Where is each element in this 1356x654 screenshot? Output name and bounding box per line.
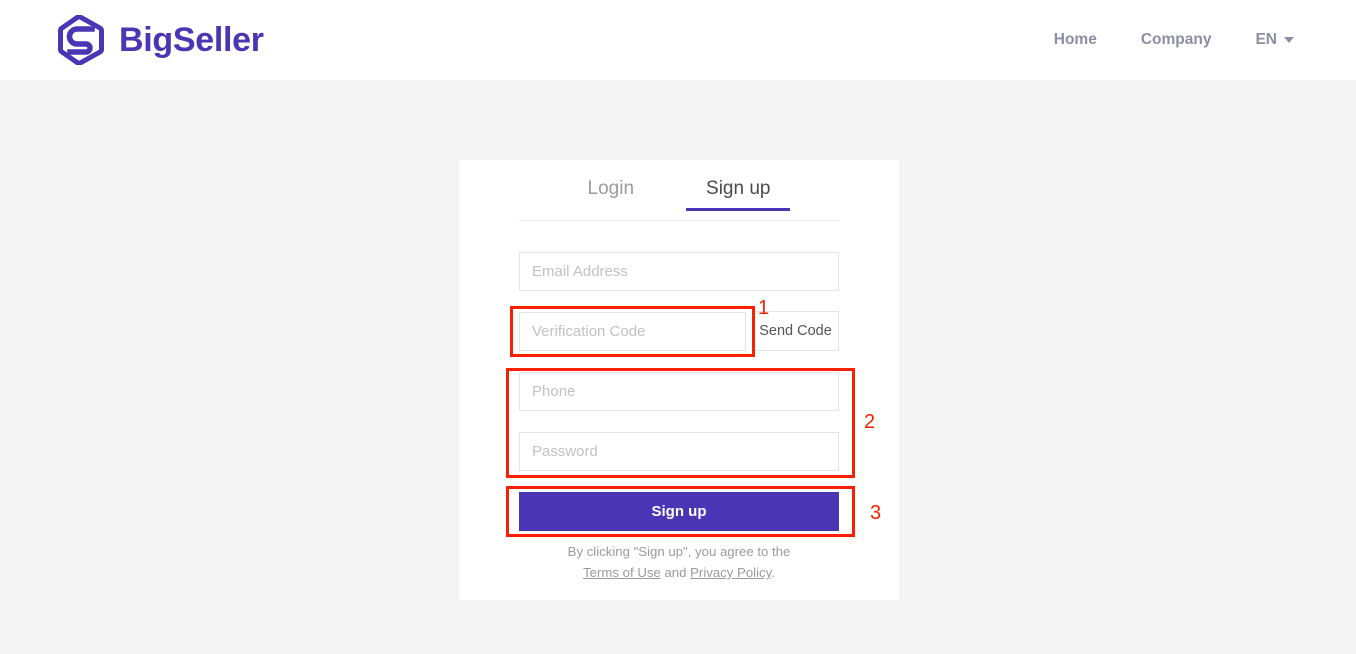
auth-tabs: Login Sign up [459, 160, 899, 222]
language-selector-label: EN [1255, 31, 1277, 48]
tab-login[interactable]: Login [568, 179, 655, 211]
terms-of-use-link[interactable]: Terms of Use [583, 565, 661, 580]
verification-code-field[interactable]: Verification Code [519, 312, 746, 351]
legal-line-1: By clicking "Sign up", you agree to the [567, 544, 791, 559]
nav-item-company[interactable]: Company [1141, 31, 1212, 49]
legal-conjunction: and [660, 565, 691, 580]
tabs-divider [519, 220, 839, 221]
privacy-policy-link[interactable]: Privacy Policy [690, 565, 771, 580]
site-header: BigSeller Home Company EN [0, 0, 1356, 80]
sign-up-button[interactable]: Sign up [519, 492, 839, 531]
legal-disclaimer: By clicking "Sign up", you agree to the … [459, 541, 899, 583]
password-field[interactable]: Password [519, 432, 839, 471]
email-field[interactable]: Email Address [519, 252, 839, 291]
main-nav: Home Company EN [1054, 31, 1294, 49]
annotation-number-1: 1 [758, 297, 770, 319]
legal-period: . [771, 565, 775, 580]
phone-field[interactable]: Phone [519, 372, 839, 411]
chevron-down-icon [1284, 37, 1294, 43]
nav-item-home[interactable]: Home [1054, 31, 1097, 49]
language-selector[interactable]: EN [1255, 31, 1294, 49]
brand-logo[interactable]: BigSeller [58, 15, 264, 65]
annotation-number-3: 3 [870, 502, 882, 524]
brand-name: BigSeller [119, 21, 264, 59]
annotation-number-2: 2 [864, 411, 876, 433]
bigseller-hexagon-s-logo-icon [58, 15, 105, 65]
tab-signup[interactable]: Sign up [686, 179, 791, 211]
